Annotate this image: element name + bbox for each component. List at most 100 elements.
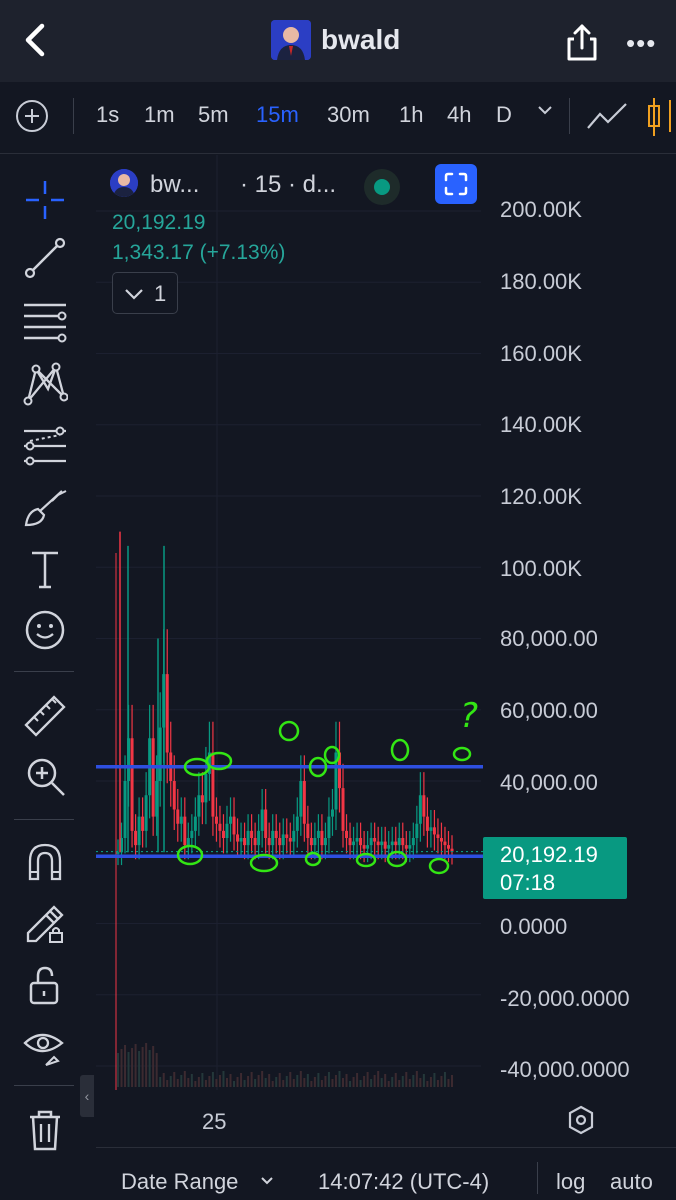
legend-price: 20,192.19	[112, 211, 206, 234]
volume-bar	[387, 1081, 390, 1087]
candle-body	[306, 823, 310, 838]
line-chart-type-icon[interactable]	[586, 102, 628, 132]
legend-resolution[interactable]: · 15 · d...	[240, 171, 336, 199]
candle-body	[436, 834, 440, 838]
candle-body	[352, 841, 356, 846]
legend-symbol[interactable]: bw...	[150, 171, 199, 199]
interval-4h[interactable]: 4h	[447, 102, 471, 128]
candle-body	[190, 830, 194, 838]
volume-bar	[366, 1072, 369, 1087]
y-axis-label: -20,000.0000	[500, 986, 630, 1011]
volume-bar	[342, 1078, 345, 1087]
volume-bar	[359, 1080, 362, 1087]
volume-bar	[391, 1077, 394, 1087]
divider	[569, 98, 570, 134]
volume-bar	[440, 1076, 443, 1087]
candle-body	[151, 738, 155, 817]
volume-bar	[447, 1079, 450, 1087]
share-icon[interactable]	[564, 22, 600, 62]
y-axis-label: 100.00K	[500, 556, 582, 581]
annotation-circle	[428, 857, 450, 875]
volume-bar	[236, 1077, 239, 1087]
zoom-in-icon[interactable]	[22, 753, 68, 799]
interval-1s[interactable]: 1s	[96, 102, 119, 128]
text-icon[interactable]	[22, 547, 68, 593]
chevron-left-icon[interactable]	[18, 20, 52, 60]
volume-bar	[278, 1073, 281, 1087]
brush-icon[interactable]	[22, 485, 68, 531]
avatar[interactable]	[271, 20, 311, 60]
ruler-icon[interactable]	[22, 693, 68, 739]
candle-body	[366, 845, 370, 849]
y-axis-label: 160.00K	[500, 341, 582, 366]
unlock-icon[interactable]	[22, 963, 68, 1009]
date-range-button[interactable]: Date Range	[121, 1169, 238, 1195]
candle-body	[383, 841, 387, 849]
volume-bar	[247, 1076, 250, 1087]
emoji-icon[interactable]	[22, 607, 68, 653]
candle-body	[302, 781, 306, 824]
legend-change: 1,343.17 (+7.13%)	[112, 241, 286, 264]
fib-lines-icon[interactable]	[22, 299, 68, 345]
pattern-icon[interactable]	[22, 361, 68, 407]
log-scale-toggle[interactable]: log	[556, 1169, 585, 1195]
candle-body	[274, 830, 278, 838]
market-status-icon[interactable]	[364, 169, 400, 205]
candle-body	[267, 838, 271, 846]
volume-bar	[310, 1081, 313, 1087]
clock-timezone[interactable]: 14:07:42 (UTC-4)	[318, 1169, 489, 1195]
volume-bar	[334, 1075, 337, 1087]
volume-bar	[229, 1074, 232, 1087]
toolbar-collapse-button[interactable]: ‹	[80, 1075, 94, 1117]
volume-bar	[152, 1046, 155, 1087]
candle-body	[373, 838, 377, 842]
interval-1h[interactable]: 1h	[399, 102, 423, 128]
interval-bar: 1s 1m 5m 15m 30m 1h 4h D	[0, 82, 676, 154]
candle-body	[369, 838, 373, 846]
chart-area[interactable]: ? bw... · 15 · d... 20,192.19 1,343.17 (…	[96, 155, 676, 1135]
interval-d[interactable]: D	[496, 102, 512, 128]
crosshair-icon[interactable]	[22, 177, 68, 223]
volume-bar	[275, 1077, 278, 1087]
volume-bar	[313, 1077, 316, 1087]
chart-settings-icon[interactable]	[566, 1105, 596, 1135]
trash-icon[interactable]	[22, 1107, 68, 1153]
indicators-toggle-button[interactable]: 1	[112, 272, 178, 314]
volume-bar	[162, 1073, 165, 1087]
volume-bar	[183, 1071, 186, 1087]
volume-bar	[299, 1071, 302, 1087]
magnet-icon[interactable]	[22, 839, 68, 885]
lock-draw-icon[interactable]	[22, 899, 68, 945]
chevron-down-icon[interactable]	[260, 1176, 274, 1186]
candle-body	[422, 795, 426, 817]
projection-icon[interactable]	[22, 423, 68, 469]
add-symbol-icon[interactable]	[16, 100, 48, 132]
trend-line-icon[interactable]	[22, 235, 68, 281]
fullscreen-button[interactable]	[435, 164, 477, 204]
candle-body	[243, 838, 247, 846]
candle-body	[211, 752, 215, 817]
candle-body	[197, 795, 201, 817]
candles-chart-type-icon[interactable]	[646, 96, 676, 138]
volume-bar	[426, 1081, 429, 1087]
volume-bar	[306, 1074, 309, 1087]
interval-30m[interactable]: 30m	[327, 102, 370, 128]
volume-bar	[173, 1072, 176, 1087]
candle-body	[380, 841, 384, 846]
more-options-button[interactable]: •••	[626, 28, 656, 59]
candle-body	[281, 834, 285, 846]
volume-bar	[331, 1079, 334, 1087]
volume-bar	[324, 1076, 327, 1087]
volume-bar	[197, 1077, 200, 1087]
last-price-tag: 20,192.19 07:18	[483, 837, 627, 899]
interval-15m[interactable]: 15m	[256, 102, 299, 128]
volume-bar	[401, 1076, 404, 1087]
eye-icon[interactable]	[22, 1023, 68, 1069]
interval-5m[interactable]: 5m	[198, 102, 229, 128]
chevron-down-icon[interactable]	[537, 104, 553, 116]
auto-scale-toggle[interactable]: auto	[610, 1169, 653, 1195]
volume-bar	[222, 1071, 225, 1087]
volume-bar	[225, 1078, 228, 1087]
candle-body	[246, 830, 250, 846]
interval-1m[interactable]: 1m	[144, 102, 175, 128]
